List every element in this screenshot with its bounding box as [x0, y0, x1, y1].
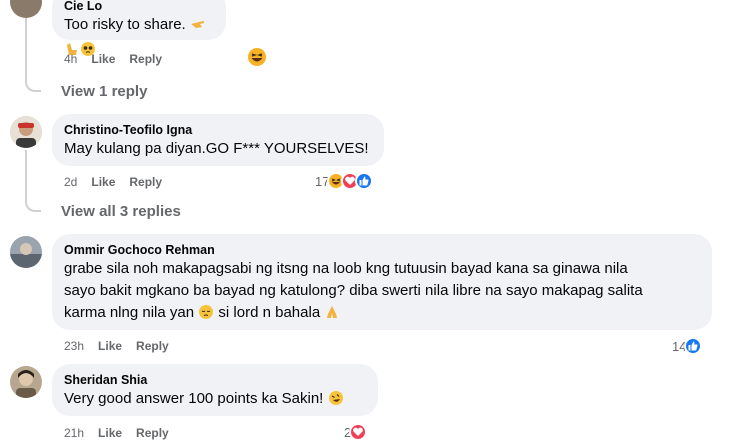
comment-time[interactable]: 21h — [64, 425, 84, 441]
comment-text-part: karma nlng nila yan — [64, 304, 195, 321]
like-button[interactable]: Like — [98, 338, 122, 354]
reply-button[interactable]: Reply — [129, 51, 162, 67]
view-replies-link[interactable]: View all 3 replies — [61, 203, 181, 220]
avatar[interactable] — [10, 366, 42, 398]
comment-text-part: si lord n bahala — [218, 304, 321, 321]
pensive-face-icon — [198, 304, 214, 327]
comment-time[interactable]: 4h — [64, 51, 77, 67]
reply-button[interactable]: Reply — [136, 338, 169, 354]
avatar[interactable] — [10, 116, 42, 148]
avatar-image — [10, 366, 42, 398]
comment-author[interactable]: Christino-Teofilo Igna — [64, 122, 372, 138]
haha-reaction-button[interactable] — [247, 47, 267, 72]
comment-text-line: sayo bakit mgkano ba bayad ng katulong? … — [64, 282, 643, 299]
thread-elbow — [25, 66, 41, 92]
comment-time[interactable]: 2d — [64, 174, 77, 190]
pointing-hand-icon — [190, 16, 206, 39]
view-replies-link[interactable]: View 1 reply — [61, 83, 147, 100]
comment-text-content: Very good answer 100 points ka Sakin! — [64, 390, 324, 407]
like-button[interactable]: Like — [91, 174, 115, 190]
comment-text-line: grabe sila noh makapagsabi ng itsng na l… — [64, 260, 628, 277]
comment-text: Very good answer 100 points ka Sakin! — [64, 388, 366, 413]
reaction-summary[interactable]: 17 — [315, 172, 374, 190]
comment-bubble: Ommir Gochoco Rehman grabe sila noh maka… — [52, 234, 712, 330]
avatar[interactable] — [10, 0, 42, 18]
reply-button[interactable]: Reply — [136, 425, 169, 441]
like-button[interactable]: Like — [98, 425, 122, 441]
comment-text-content: Too risky to share. — [64, 16, 186, 33]
rolling-laughing-icon — [328, 390, 344, 413]
comment-bubble: Christino-Teofilo Igna May kulang pa diy… — [52, 114, 384, 166]
like-icon — [684, 337, 703, 355]
comment-actions: 21h Like Reply — [64, 425, 169, 441]
thread-elbow — [25, 186, 41, 212]
avatar-image — [10, 236, 42, 268]
avatar[interactable] — [10, 236, 42, 268]
comment-bubble: Sheridan Shia Very good answer 100 point… — [52, 364, 378, 416]
like-icon — [355, 172, 374, 190]
reply-button[interactable]: Reply — [129, 174, 162, 190]
comment-actions: 4h Like Reply — [64, 51, 162, 67]
comment-author[interactable]: Ommir Gochoco Rehman — [64, 242, 700, 258]
haha-icon — [248, 48, 266, 66]
reaction-summary[interactable]: 2 — [344, 423, 368, 441]
comment-author[interactable]: Sheridan Shia — [64, 372, 366, 388]
comment-author[interactable]: Cie Lo — [64, 0, 214, 14]
reaction-summary[interactable]: 14 — [672, 337, 703, 355]
comment-actions: 23h Like Reply — [64, 338, 169, 354]
love-icon — [349, 423, 368, 441]
comment-text-line: karma nlng nila yan si lord n bahala — [64, 302, 700, 327]
comment-time[interactable]: 23h — [64, 338, 84, 354]
comment-bubble: Cie Lo Too risky to share. — [52, 0, 226, 56]
like-button[interactable]: Like — [91, 51, 115, 67]
folded-hands-icon — [324, 304, 340, 327]
comment-actions: 2d Like Reply — [64, 174, 162, 190]
avatar-image — [10, 116, 42, 148]
comment-text: May kulang pa diyan.GO F*** YOURSELVES! — [64, 140, 369, 157]
